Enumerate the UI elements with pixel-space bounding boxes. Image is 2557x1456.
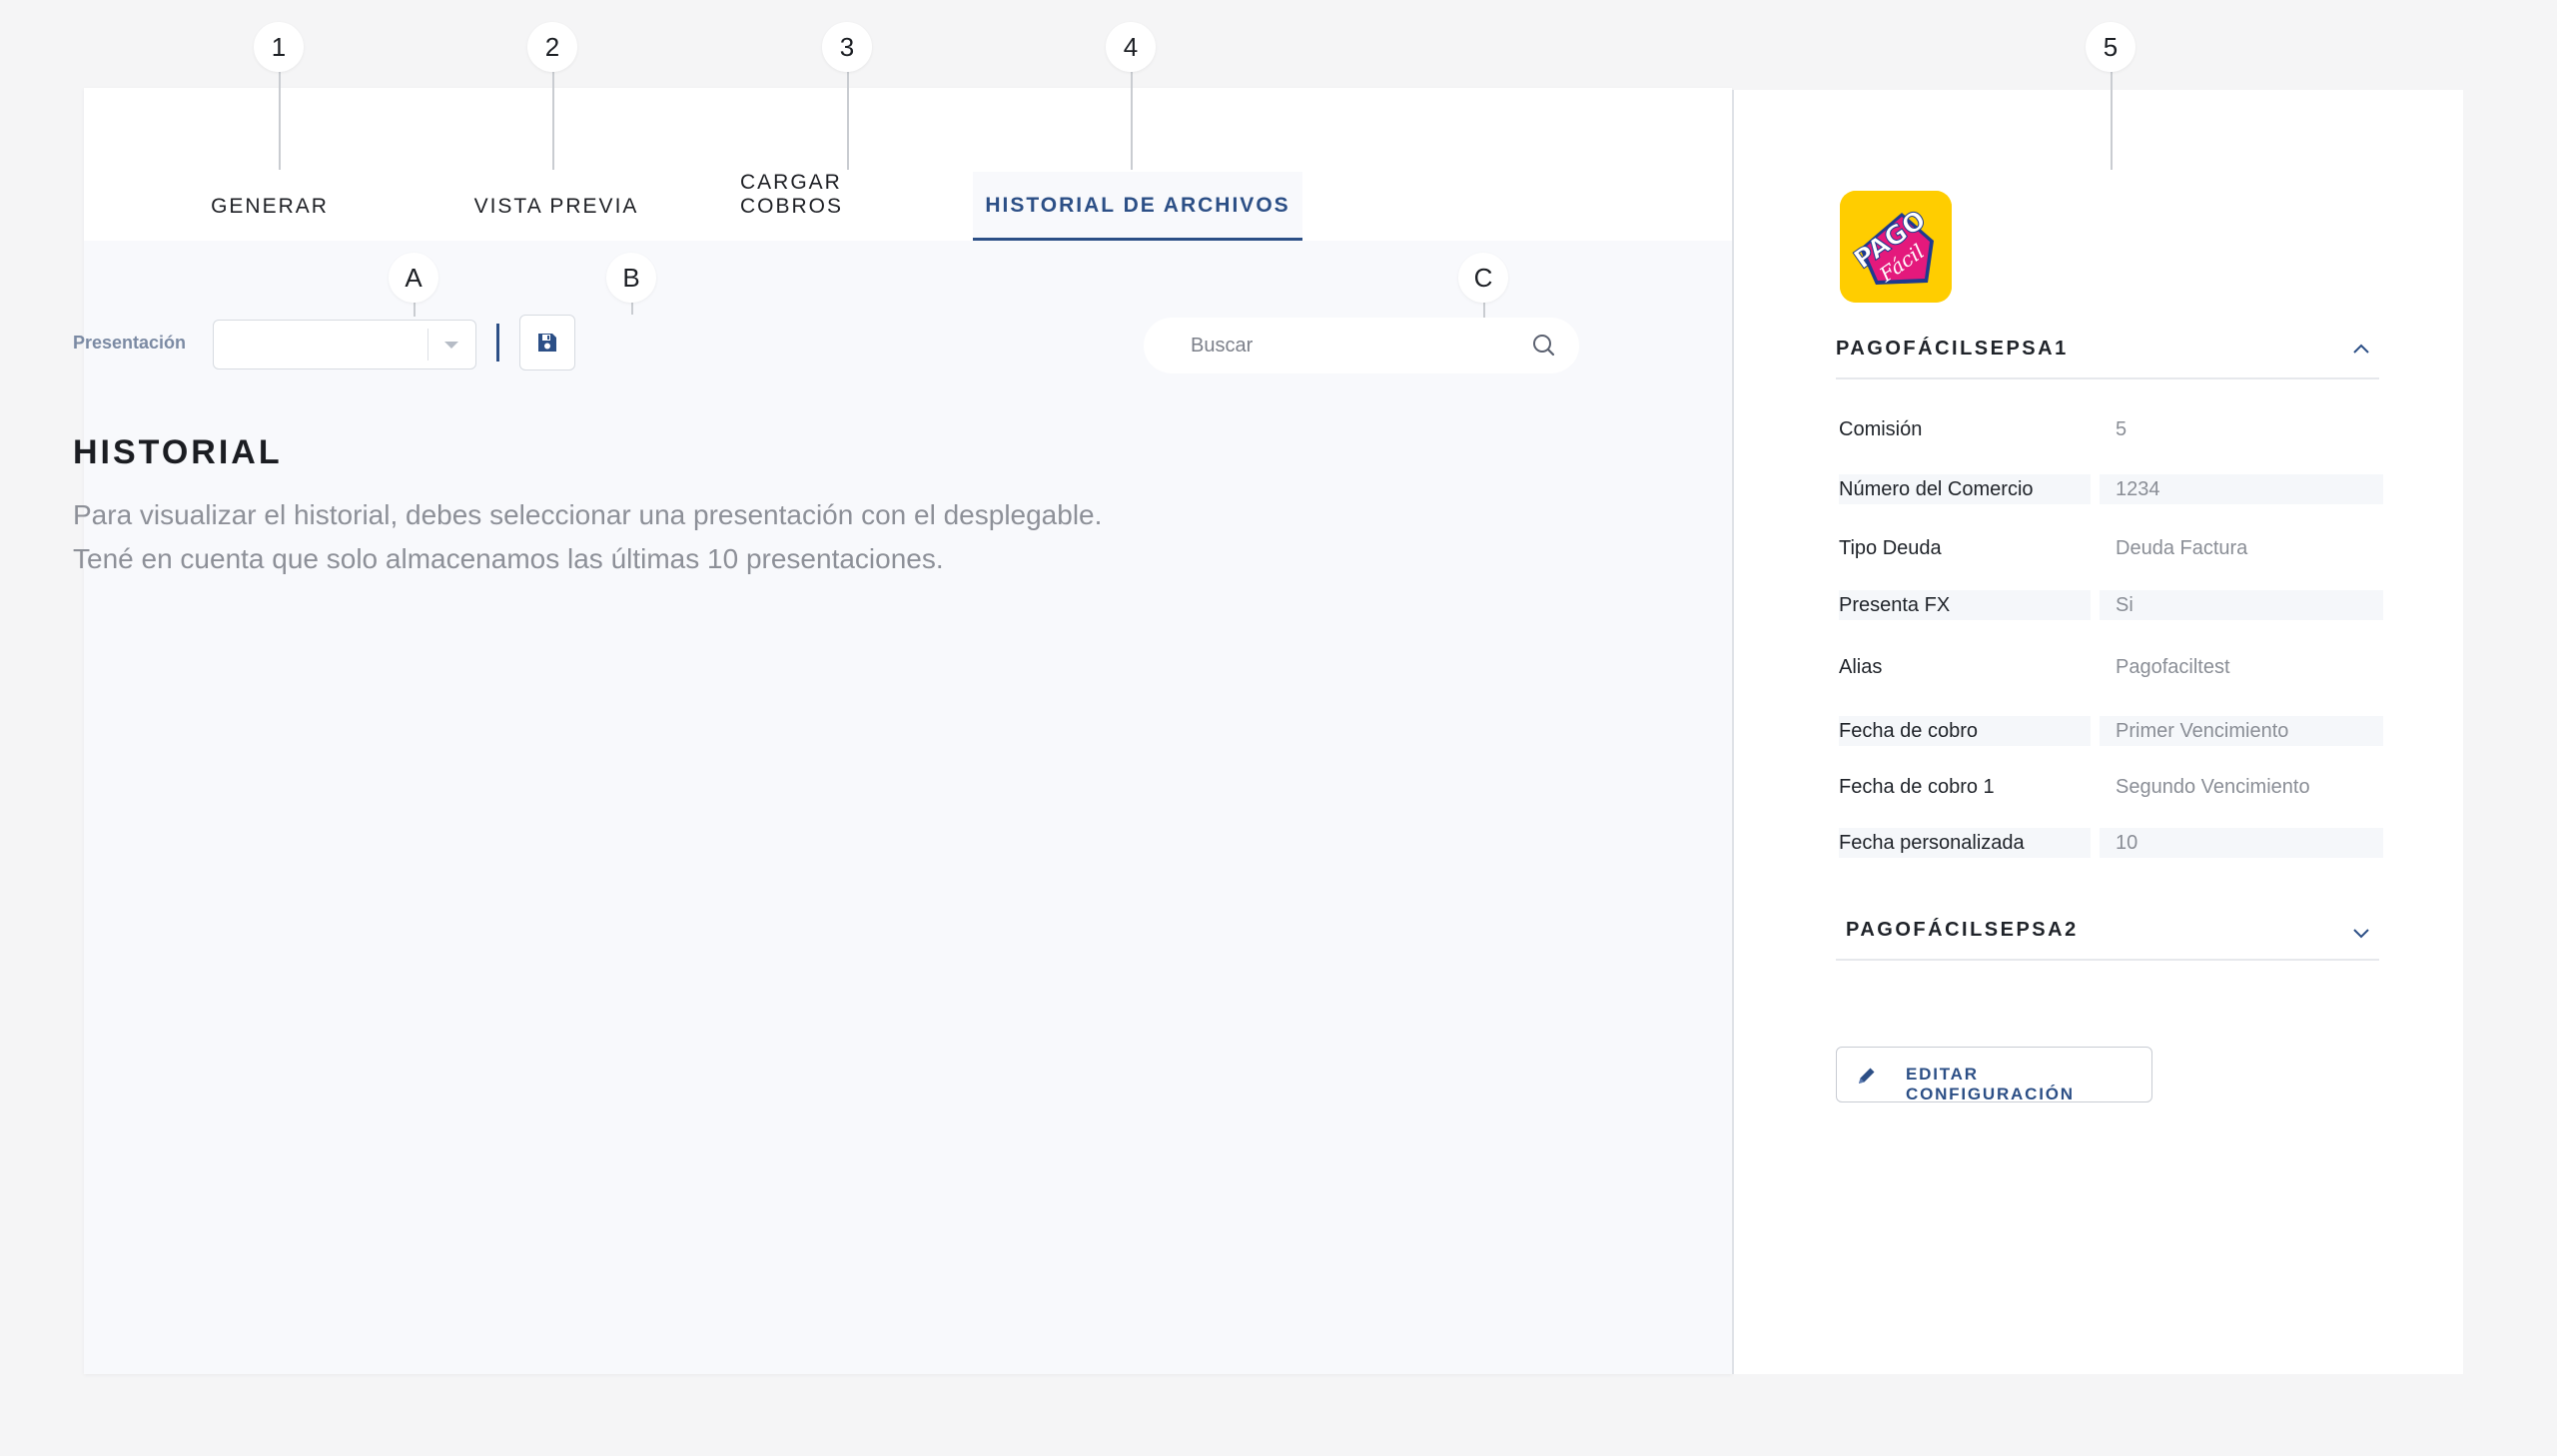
accordion-title-1: PAGOFÁCILSEPSA1 [1836, 338, 2069, 360]
field-label-comision: Comisión [1839, 418, 1923, 440]
history-line-1: Para visualizar el historial, debes sele… [73, 499, 1103, 530]
tab-bar: GENERAR VISTA PREVIA CARGAR COBROS HISTO… [84, 88, 1732, 241]
field-value-fecha-cobro: Primer Vencimiento [2100, 716, 2383, 746]
tab-cargar-cobros[interactable]: CARGAR COBROS [740, 88, 952, 241]
history-line-2: Tené en cuenta que solo almacenamos las … [73, 543, 944, 574]
save-button[interactable] [519, 315, 575, 370]
search-placeholder: Buscar [1191, 335, 1254, 357]
field-label-fecha-cobro-1: Fecha de cobro 1 [1839, 776, 1995, 798]
annotation-marker-5: 5 [2086, 22, 2135, 72]
field-label-numero-comercio: Número del Comercio [1839, 474, 2091, 504]
edit-configuration-button[interactable]: EDITAR CONFIGURACIÓN [1836, 1047, 2152, 1103]
accordion-title-2: PAGOFÁCILSEPSA2 [1846, 919, 2079, 941]
accordion-pagofacilsepsa1[interactable]: PAGOFÁCILSEPSA1 [1836, 328, 2379, 379]
presentation-select[interactable] [213, 320, 476, 369]
pagofacil-logo: PAGO Fácil [1840, 191, 1952, 303]
tab-historial-de-archivos[interactable]: HISTORIAL DE ARCHIVOS [973, 172, 1302, 241]
accordion-pagofacilsepsa2[interactable]: PAGOFÁCILSEPSA2 [1836, 909, 2379, 961]
floppy-disk-icon [538, 334, 556, 352]
annotation-marker-1: 1 [254, 22, 304, 72]
field-label-fecha-personalizada: Fecha personalizada [1839, 828, 2091, 858]
annotation-line-1 [279, 72, 281, 170]
annotation-marker-3: 3 [822, 22, 872, 72]
field-label-alias: Alias [1839, 656, 1883, 678]
field-label-fecha-cobro: Fecha de cobro [1839, 716, 2091, 746]
field-value-alias: Pagofaciltest [2116, 656, 2230, 678]
annotation-marker-2: 2 [527, 22, 577, 72]
annotation-line-4 [1131, 72, 1133, 170]
field-value-presenta-fx: Si [2100, 590, 2383, 620]
chevron-down-icon[interactable] [2351, 927, 2371, 941]
annotation-line-c [1483, 303, 1485, 318]
annotation-marker-4: 4 [1106, 22, 1156, 72]
field-label-tipo-deuda: Tipo Deuda [1839, 537, 1942, 559]
field-value-fecha-personalizada: 10 [2100, 828, 2383, 858]
chevron-up-icon[interactable] [2351, 342, 2371, 356]
annotation-line-3 [847, 72, 849, 170]
annotation-line-a [414, 303, 416, 317]
tab-vista-previa[interactable]: VISTA PREVIA [463, 88, 649, 241]
annotation-line-b [631, 303, 633, 315]
pencil-icon [1859, 1068, 1875, 1084]
chevron-down-icon[interactable] [444, 342, 458, 349]
annotation-marker-a: A [389, 253, 438, 303]
search-input[interactable]: Buscar [1144, 318, 1579, 373]
field-value-tipo-deuda: Deuda Factura [2116, 537, 2248, 559]
pagofacil-logo-graphic: PAGO Fácil [1840, 191, 1952, 303]
annotation-line-2 [552, 72, 554, 170]
annotation-marker-c: C [1458, 253, 1508, 303]
annotation-marker-b: B [606, 253, 656, 303]
field-value-comision: 5 [2116, 418, 2128, 440]
edit-configuration-label: EDITAR CONFIGURACIÓN [1906, 1065, 2075, 1103]
field-value-fecha-cobro-1: Segundo Vencimiento [2116, 776, 2310, 798]
annotation-line-5 [2111, 72, 2113, 170]
filter-separator [496, 324, 499, 362]
select-divider [427, 329, 428, 361]
tab-generar[interactable]: GENERAR [200, 88, 340, 241]
field-label-presenta-fx: Presenta FX [1839, 590, 2091, 620]
presentation-label: Presentación [73, 333, 187, 353]
history-title: HISTORIAL [73, 433, 283, 471]
history-description: Para visualizar el historial, debes sele… [73, 493, 1371, 581]
search-icon[interactable] [1531, 333, 1557, 359]
field-value-numero-comercio: 1234 [2100, 474, 2383, 504]
